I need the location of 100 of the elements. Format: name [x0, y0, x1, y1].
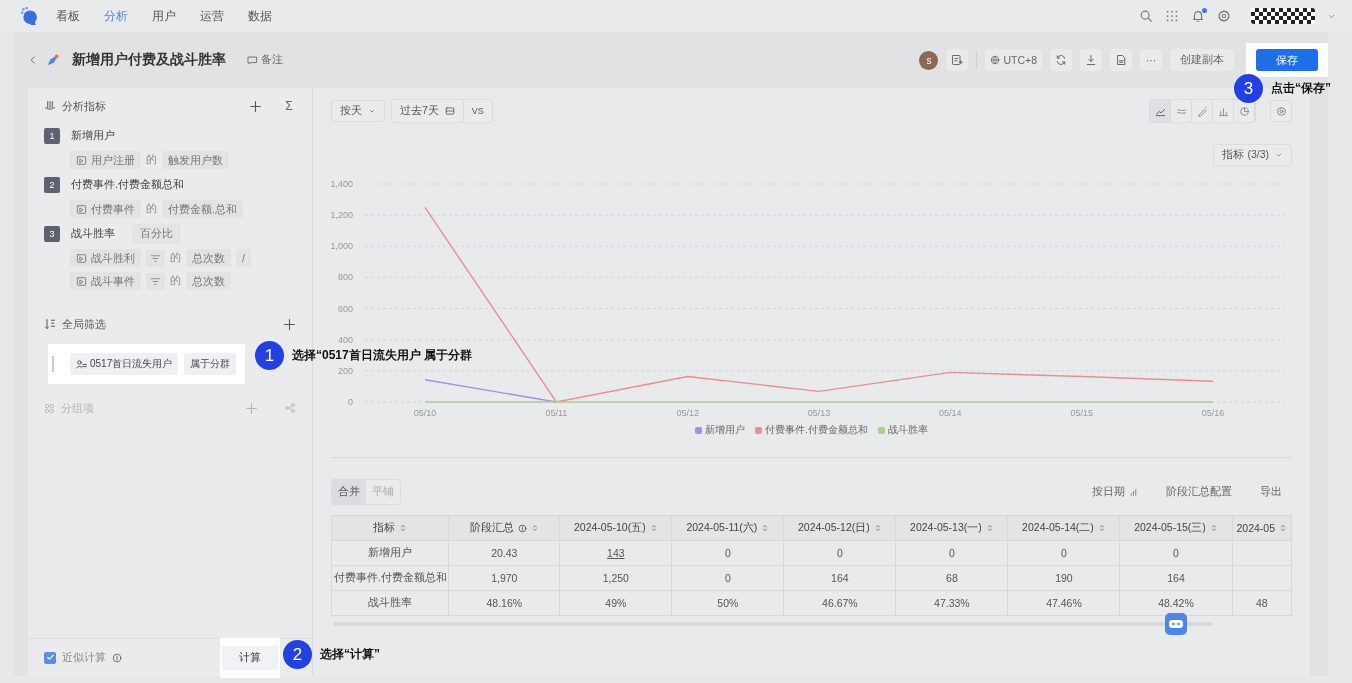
table-cell: 46.67%	[822, 597, 858, 609]
bar-sort-icon	[1129, 487, 1138, 497]
axis-label: 05/11	[545, 408, 568, 418]
table-cell: 20.43	[491, 547, 518, 559]
nav-tab[interactable]: 分析	[104, 7, 128, 25]
robot-assistant-icon[interactable]	[1164, 612, 1188, 636]
plus-icon[interactable]	[249, 99, 262, 113]
sort-icon[interactable]	[399, 524, 408, 532]
measure-selector[interactable]: 触发用户数	[162, 151, 229, 169]
legend-label[interactable]: 新增用户	[705, 424, 746, 437]
table-cell: 1,250	[602, 572, 629, 584]
measure-selector[interactable]: 总次数	[186, 272, 231, 290]
user-avatar[interactable]	[1251, 8, 1315, 24]
sort-icon[interactable]	[1209, 524, 1218, 532]
cell-link[interactable]: 143	[607, 547, 625, 559]
checkbox[interactable]	[44, 651, 56, 664]
segment-chip[interactable]: 0517首日流失用户	[70, 353, 179, 375]
legend-label[interactable]: 付费事件.付费金额总和	[765, 424, 868, 437]
view-tab[interactable]: 合并	[332, 480, 366, 504]
nav-tab[interactable]: 看板	[56, 7, 80, 25]
download-button[interactable]	[1080, 49, 1102, 71]
granularity-dropdown[interactable]: 按天	[331, 100, 385, 122]
timezone-button[interactable]: UTC+8	[985, 49, 1042, 71]
bell-icon[interactable]	[1191, 9, 1205, 23]
metric-name: 付费事件.付费金额总和	[71, 178, 184, 192]
check-icon	[45, 653, 55, 662]
filter-button[interactable]	[146, 249, 165, 267]
filter-icon	[150, 275, 161, 287]
connector-text: 的	[146, 202, 157, 216]
measure-selector[interactable]: 总次数	[186, 249, 231, 267]
sort-filter-icon	[44, 318, 56, 330]
filter-button[interactable]	[146, 272, 165, 290]
connector-text: 的	[170, 274, 181, 288]
copy-button[interactable]: 创建副本	[1170, 49, 1234, 71]
operator-selector[interactable]: /	[236, 249, 251, 267]
apps-grid-icon[interactable]	[1165, 9, 1179, 23]
metric-number: 1	[44, 128, 60, 144]
table-cell: 48.42%	[1158, 597, 1194, 609]
axis-label: 600	[337, 303, 353, 314]
search-icon[interactable]	[1139, 9, 1153, 23]
compare-button[interactable]: VS	[462, 100, 492, 122]
bar-chart-icon[interactable]	[1217, 105, 1229, 117]
save-button[interactable]: 保存	[1256, 49, 1318, 71]
axis-label: 400	[337, 334, 353, 345]
compute-button[interactable]: 计算	[222, 645, 278, 670]
table-cell: 164	[831, 572, 849, 584]
event-icon	[76, 252, 87, 264]
sort-icon[interactable]	[649, 524, 658, 532]
sort-icon[interactable]	[873, 524, 882, 532]
filter-icon	[150, 252, 161, 264]
nav-tab[interactable]: 运营	[200, 7, 224, 25]
connector-text: 的	[146, 153, 157, 167]
axis-label: 200	[337, 365, 353, 376]
chart-settings-button[interactable]	[1270, 100, 1292, 122]
sort-icon[interactable]	[761, 524, 770, 532]
refresh-button[interactable]	[1050, 49, 1072, 71]
axis-label: 05/16	[1201, 408, 1225, 418]
rocket-icon	[46, 53, 60, 67]
document-button[interactable]	[1110, 49, 1132, 71]
axis-label: 05/14	[939, 408, 962, 418]
plus-icon[interactable]	[283, 317, 296, 331]
nav-tab[interactable]: 数据	[248, 7, 272, 25]
pie-chart-icon[interactable]	[1238, 105, 1250, 117]
sort-icon[interactable]	[985, 524, 994, 532]
checkbox-label: 近似计算	[62, 650, 106, 665]
refresh-icon	[1055, 54, 1067, 66]
relation-chip[interactable]: 属于分群	[184, 353, 237, 375]
event-icon	[76, 275, 87, 287]
sort-icon[interactable]	[1097, 524, 1106, 532]
sum-button[interactable]: Σ	[282, 99, 296, 113]
axis-label: 05/10	[413, 408, 437, 418]
sort-icon[interactable]	[1279, 524, 1288, 532]
note-button[interactable]: 备注	[242, 49, 288, 71]
event-selector[interactable]: 战斗胜利	[70, 249, 141, 267]
back-icon[interactable]	[28, 55, 38, 65]
nav-tab[interactable]: 用户	[152, 7, 176, 25]
chart-type-button[interactable]	[1150, 100, 1171, 122]
axis-label: 1,200	[330, 210, 353, 221]
owner-avatar[interactable]: s	[919, 50, 939, 70]
sort-icon[interactable]	[530, 524, 539, 532]
measure-selector[interactable]: 付费金额.总和	[162, 200, 243, 218]
download-icon	[1085, 54, 1097, 66]
settings-icon	[1275, 105, 1287, 117]
settings-icon[interactable]	[1217, 9, 1231, 23]
column-header[interactable]: 指标	[373, 521, 396, 535]
axis-label: 05/13	[807, 408, 831, 418]
format-tag[interactable]: 百分比	[132, 224, 181, 244]
table-cell: 1,970	[491, 572, 518, 584]
metric-number: 3	[44, 226, 60, 242]
event-selector[interactable]: 用户注册	[70, 151, 141, 169]
table-cell: 47.46%	[1046, 597, 1082, 609]
more-button[interactable]: ···	[1140, 49, 1162, 71]
metric-selector[interactable]: 指标 (3/3)	[1213, 144, 1292, 166]
table-cell: 0	[1061, 547, 1067, 559]
event-selector[interactable]: 付费事件	[70, 200, 141, 218]
event-selector[interactable]: 战斗事件	[70, 272, 141, 290]
legend-label[interactable]: 战斗胜率	[887, 424, 928, 437]
pen-icon[interactable]	[1196, 105, 1208, 117]
add-to-board-button[interactable]	[946, 49, 969, 71]
table-cell: 新增用户	[368, 546, 413, 558]
